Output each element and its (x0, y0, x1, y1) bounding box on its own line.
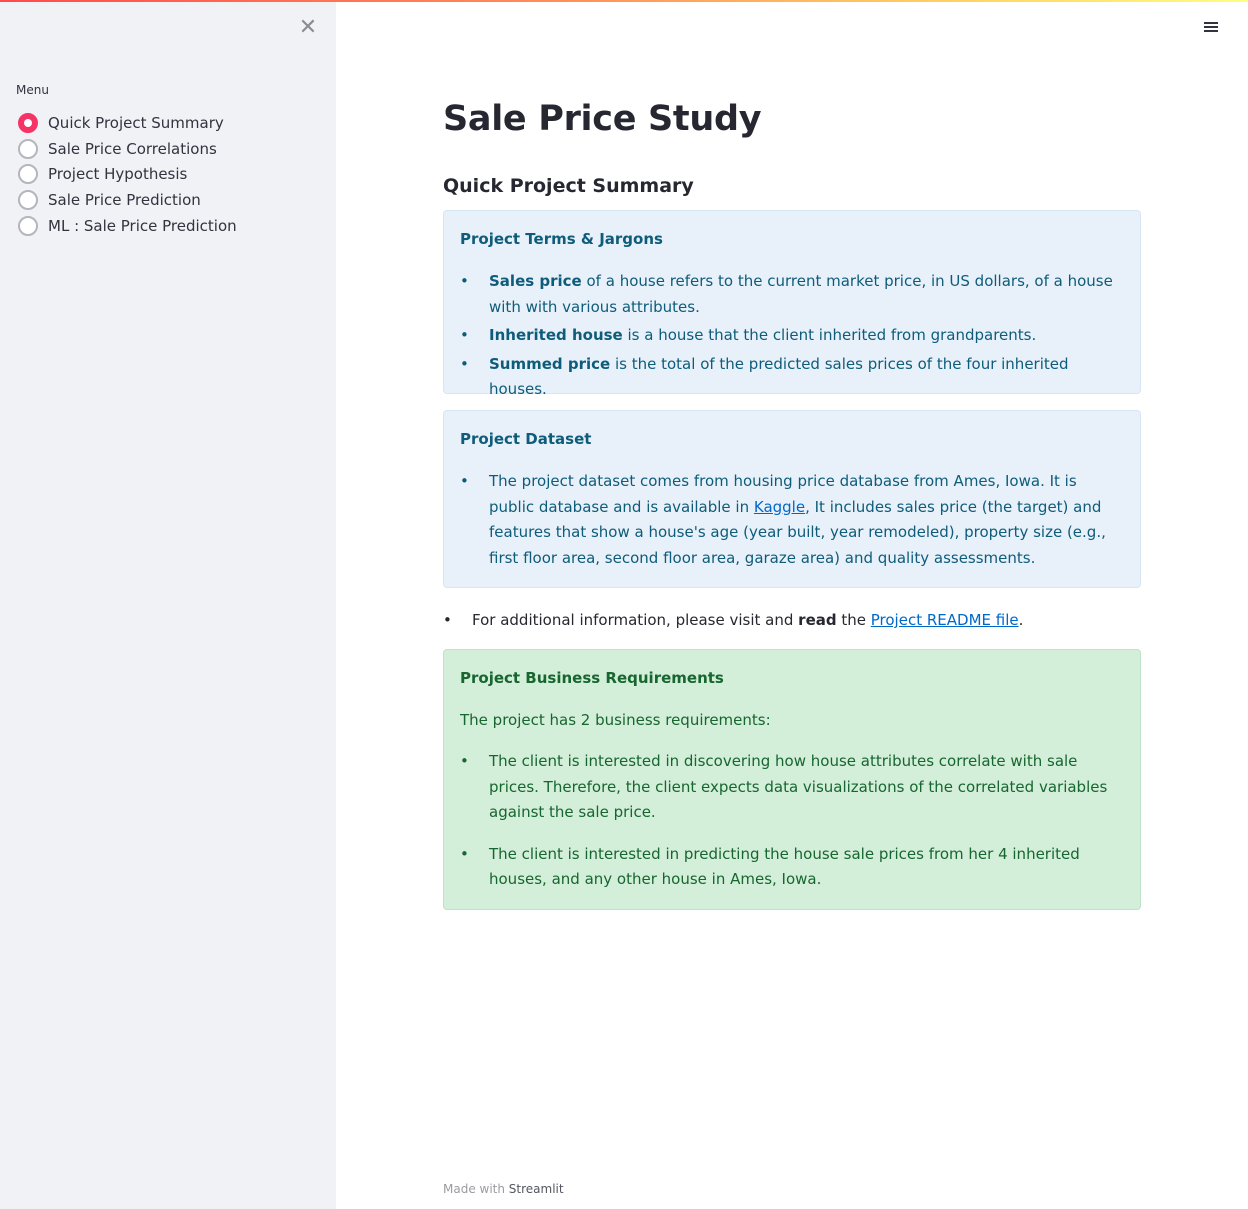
close-sidebar-icon[interactable]: ✕ (297, 16, 319, 40)
menu-option-sale-price-correlations[interactable]: Sale Price Correlations (16, 136, 237, 162)
list-item: Summed price is the total of the predict… (460, 352, 1120, 403)
menu-label: Menu (16, 83, 49, 97)
page-title: Sale Price Study (443, 99, 762, 139)
term-name: Summed price (489, 354, 611, 373)
menu-option-label: Sale Price Correlations (48, 139, 217, 158)
hamburger-menu-icon[interactable] (1203, 20, 1221, 38)
menu-option-quick-project-summary[interactable]: Quick Project Summary (16, 110, 237, 136)
requirements-intro: The project has 2 business requirements: (460, 711, 771, 729)
terms-info-box: Project Terms & Jargons Sales price of a… (443, 210, 1141, 398)
menu-option-label: ML : Sale Price Prediction (48, 216, 237, 235)
additional-info: • For additional information, please visi… (443, 608, 1023, 633)
list-item: The project dataset comes from housing p… (460, 469, 1120, 571)
section-title: Quick Project Summary (443, 175, 694, 197)
term-name: Inherited house (489, 326, 623, 345)
terms-box-title: Project Terms & Jargons (460, 230, 663, 248)
menu-radio-group: Quick Project Summary Sale Price Correla… (16, 110, 237, 238)
radio-unselected-icon[interactable] (18, 164, 38, 185)
dataset-box-title: Project Dataset (460, 430, 592, 448)
term-name: Sales price (489, 272, 582, 290)
radio-unselected-icon[interactable] (18, 189, 38, 210)
additional-text: For additional information, please visit… (472, 611, 799, 629)
menu-option-sale-price-prediction[interactable]: Sale Price Prediction (16, 187, 237, 213)
readme-link[interactable]: Project README file (871, 611, 1019, 629)
term-definition: of a house refers to the current market … (489, 272, 1113, 316)
terms-list: Sales price of a house refers to the cur… (460, 269, 1120, 403)
list-item: Inherited house is a house that the clie… (460, 323, 1120, 349)
requirements-box-title: Project Business Requirements (460, 669, 724, 687)
term-definition: is a house that the client inherited fro… (622, 326, 1037, 345)
menu-option-label: Project Hypothesis (48, 165, 188, 184)
menu-option-ml-sale-price-prediction[interactable]: ML : Sale Price Prediction (16, 213, 237, 239)
kaggle-link[interactable]: Kaggle (754, 498, 805, 516)
top-decoration-bar (0, 0, 1248, 2)
requirements-success-box: Project Business Requirements The projec… (443, 649, 1141, 910)
menu-option-label: Quick Project Summary (48, 113, 224, 132)
additional-bold: read (798, 611, 837, 629)
requirements-list: The client is interested in discovering … (460, 749, 1120, 893)
list-item: Sales price of a house refers to the cur… (460, 269, 1120, 320)
list-item: The client is interested in discovering … (460, 749, 1120, 826)
menu-option-project-hypothesis[interactable]: Project Hypothesis (16, 161, 237, 187)
radio-unselected-icon[interactable] (18, 138, 38, 159)
additional-text: . (1018, 611, 1024, 629)
sidebar: ✕ Menu Quick Project Summary Sale Price … (0, 0, 336, 1209)
radio-unselected-icon[interactable] (18, 215, 38, 236)
streamlit-link[interactable]: Streamlit (509, 1182, 564, 1196)
additional-text: the (836, 611, 871, 629)
list-item: The client is interested in predicting t… (460, 842, 1120, 893)
bullet: • (443, 611, 452, 629)
dataset-list: The project dataset comes from housing p… (460, 469, 1120, 571)
radio-selected-icon[interactable] (18, 112, 38, 133)
footer-prefix: Made with (443, 1182, 509, 1196)
dataset-info-box: Project Dataset The project dataset come… (443, 410, 1141, 588)
menu-option-label: Sale Price Prediction (48, 190, 201, 209)
footer: Made with Streamlit (443, 1182, 564, 1196)
